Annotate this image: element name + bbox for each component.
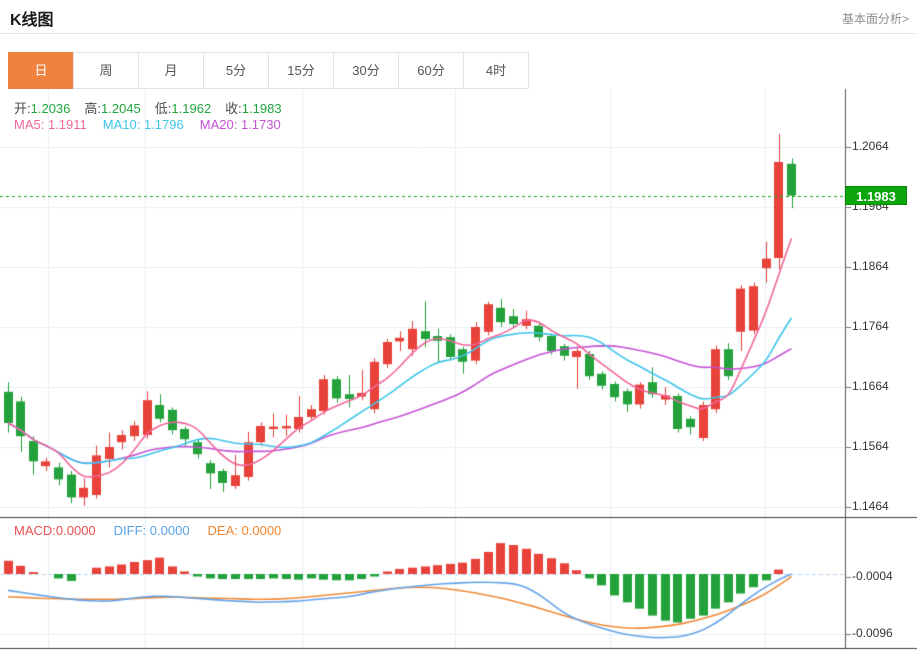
tab-60min[interactable]: 60分 [398, 52, 464, 89]
close-label: 收: [225, 101, 242, 116]
y-axis-label: -0.0004 [852, 569, 893, 583]
tab-week[interactable]: 周 [73, 52, 139, 89]
tab-15min[interactable]: 15分 [268, 52, 334, 89]
high-value: 1.2045 [101, 101, 141, 116]
ma5-legend: MA5: 1.1911 [14, 117, 87, 132]
low-label: 低: [155, 101, 172, 116]
kline-page: K线图 基本面分析> 日周月5分15分30分60分4时 开:1.2036高:1.… [0, 0, 917, 650]
y-axis-label: 1.2064 [852, 139, 889, 153]
ohlc-legend: 开:1.2036 高:1.2045 低:1.1962 收:1.1983 [14, 98, 296, 117]
current-price-tag: 1.1983 [845, 186, 907, 205]
high-label: 高: [84, 101, 101, 116]
tab-month[interactable]: 月 [138, 52, 204, 89]
tab-4hour[interactable]: 4时 [463, 52, 529, 89]
timeframe-tab-bar: 日周月5分15分30分60分4时 [8, 52, 529, 89]
tab-30min[interactable]: 30分 [333, 52, 399, 89]
tab-day[interactable]: 日 [8, 52, 74, 89]
close-value: 1.1983 [242, 101, 282, 116]
ma10-legend: MA10: 1.1796 [103, 117, 184, 132]
page-title: K线图 [10, 6, 54, 30]
y-axis-label: 1.1564 [852, 439, 889, 453]
y-axis-label: 1.1464 [852, 499, 889, 513]
low-value: 1.1962 [171, 101, 211, 116]
macd-value: MACD:0.0000 [14, 523, 96, 538]
open-label: 开: [14, 101, 31, 116]
y-axis-label: 1.1664 [852, 379, 889, 393]
open-value: 1.2036 [31, 101, 71, 116]
dea-value: DEA: 0.0000 [208, 523, 282, 538]
fundamental-analysis-link[interactable]: 基本面分析> [842, 10, 909, 27]
ma-legend: MA5: 1.1911 MA10: 1.1796 MA20: 1.1730 [14, 117, 281, 132]
ma20-legend: MA20: 1.1730 [200, 117, 281, 132]
macd-legend: MACD:0.0000 DIFF: 0.0000 DEA: 0.0000 [14, 523, 281, 538]
y-axis-label: -0.0096 [852, 626, 893, 640]
diff-value: DIFF: 0.0000 [114, 523, 190, 538]
tab-5min[interactable]: 5分 [203, 52, 269, 89]
y-axis-label: 1.1764 [852, 319, 889, 333]
header-divider [0, 33, 917, 34]
y-axis-label: 1.1864 [852, 259, 889, 273]
